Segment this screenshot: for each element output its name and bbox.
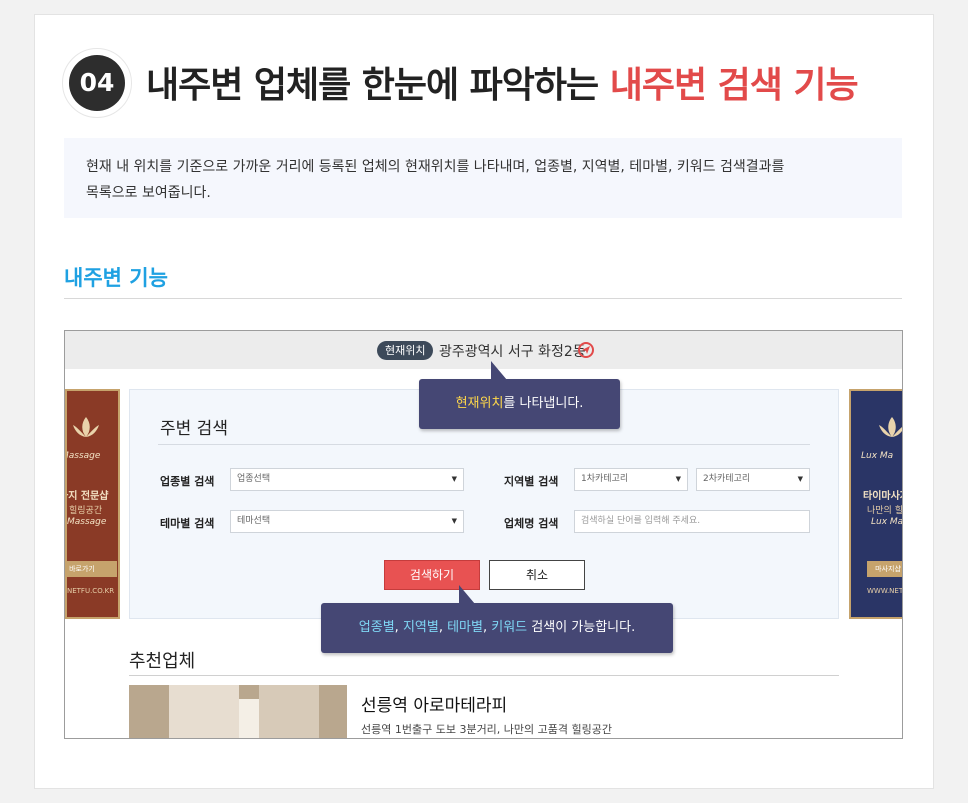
banner-button[interactable]: 바로가기 [67, 561, 117, 577]
business-select-value: 업종선택 [237, 474, 271, 484]
section-title: 내주변 기능 [64, 266, 168, 290]
right-ad-banner[interactable]: Lux Ma 타이마사지 나만의 힐 Lux Ma 마사지샵 바로가기 WWW.… [849, 389, 903, 619]
tooltip-highlight: 현재위치 [455, 396, 504, 411]
tooltip-text: 를 나타냅니다. [503, 396, 584, 411]
recommend-item-name[interactable]: 선릉역 아로마테라피 [361, 691, 507, 716]
chevron-down-icon: ▼ [451, 517, 457, 525]
region-select-1-value: 1차카테고리 [581, 474, 629, 484]
banner-title: 사지 전문샵 [67, 491, 109, 502]
headline-main: 내주변 업체를 한눈에 파악하는 [146, 65, 599, 106]
tooltip-term-theme: 테마별 [447, 620, 483, 635]
tooltip-sep: , [438, 620, 448, 635]
page-headline: 내주변 업체를 한눈에 파악하는 내주변 검색 기능 [146, 56, 859, 108]
recommend-thumbnail[interactable] [129, 685, 347, 738]
banner-url: NETFU.CO.KR [67, 587, 115, 595]
name-search-input[interactable]: 검색하실 단어를 입력해 주세요. [574, 510, 810, 533]
lotus-icon [73, 417, 99, 437]
region-search-label: 지역별 검색 [504, 475, 559, 488]
photo-layer [259, 685, 319, 738]
recommend-title: 추천업체 [129, 651, 196, 672]
tooltip-sep: , [482, 620, 492, 635]
region-select-2-value: 2차카테고리 [703, 474, 751, 484]
description-line-1: 현재 내 위치를 기준으로 가까운 거리에 등록된 업체의 현재위치를 나타내며… [86, 159, 785, 175]
photo-layer [169, 685, 239, 738]
chevron-down-icon: ▼ [797, 475, 803, 483]
search-tooltip: 업종별, 지역별, 테마별, 키워드 검색이 가능합니다. [321, 603, 673, 653]
panel-title: 주변 검색 [160, 419, 228, 439]
location-tooltip: 현재위치를 나타냅니다. [419, 379, 620, 429]
banner-url: WWW.NETFU [867, 587, 903, 595]
location-target-icon[interactable] [578, 342, 594, 358]
business-search-label: 업종별 검색 [160, 475, 215, 488]
name-search-label: 업체명 검색 [504, 517, 559, 530]
left-ad-banner[interactable]: Massage 사지 전문샵 힐링공간 Massage 바로가기 NETFU.C… [65, 389, 120, 619]
section-divider [64, 298, 902, 299]
description-box: 현재 내 위치를 기준으로 가까운 거리에 등록된 업체의 현재위치를 나타내며… [64, 138, 902, 218]
location-bar: 현재위치 광주광역시 서구 화정2동 [65, 331, 902, 369]
headline-accent: 내주변 검색 기능 [609, 65, 859, 106]
banner-subtitle: 힐링공간 [69, 506, 103, 516]
feature-screenshot: 현재위치 광주광역시 서구 화정2동 Massage 사지 전문샵 힐링공간 M… [64, 330, 903, 739]
photo-layer [239, 699, 259, 738]
current-address: 광주광역시 서구 화정2동 [439, 344, 586, 360]
tooltip-pointer [491, 361, 507, 380]
cancel-button[interactable]: 취소 [489, 560, 585, 590]
lotus-icon [879, 417, 902, 437]
banner-script-text: Massage [67, 451, 101, 461]
banner-button[interactable]: 마사지샵 바로가기 [867, 561, 902, 577]
recommend-item-desc: 선릉역 1번출구 도보 3분거리, 나만의 고품격 힐링공간 [361, 723, 612, 736]
current-location-pill: 현재위치 [377, 341, 434, 360]
business-select[interactable]: 업종선택 ▼ [230, 468, 464, 491]
region-select-2[interactable]: 2차카테고리 ▼ [696, 468, 810, 491]
recommend-divider [129, 675, 839, 676]
banner-script-text: Lux Ma [861, 451, 894, 461]
chevron-down-icon: ▼ [451, 475, 457, 483]
description-line-2: 목록으로 보여줍니다. [86, 185, 211, 201]
banner-subtitle: 나만의 힐 [867, 506, 903, 516]
chevron-down-icon: ▼ [675, 475, 681, 483]
tooltip-term-keyword: 키워드 [491, 620, 528, 635]
tooltip-text: 검색이 가능합니다. [527, 620, 636, 635]
banner-english: Lux Ma [871, 517, 903, 527]
tooltip-term-region: 지역별 [402, 620, 439, 635]
region-select-1[interactable]: 1차카테고리 ▼ [574, 468, 688, 491]
banner-english: Massage [67, 517, 107, 527]
tooltip-pointer [459, 585, 475, 604]
panel-divider [158, 444, 810, 445]
theme-search-label: 테마별 검색 [160, 517, 215, 530]
step-badge: 04 [62, 48, 132, 118]
tooltip-sep: , [394, 620, 403, 635]
theme-select-value: 테마선택 [237, 516, 271, 526]
tooltip-term-business: 업종별 [358, 620, 395, 635]
theme-select[interactable]: 테마선택 ▼ [230, 510, 464, 533]
step-number: 04 [69, 55, 125, 111]
banner-title: 타이마사지 [863, 491, 902, 502]
